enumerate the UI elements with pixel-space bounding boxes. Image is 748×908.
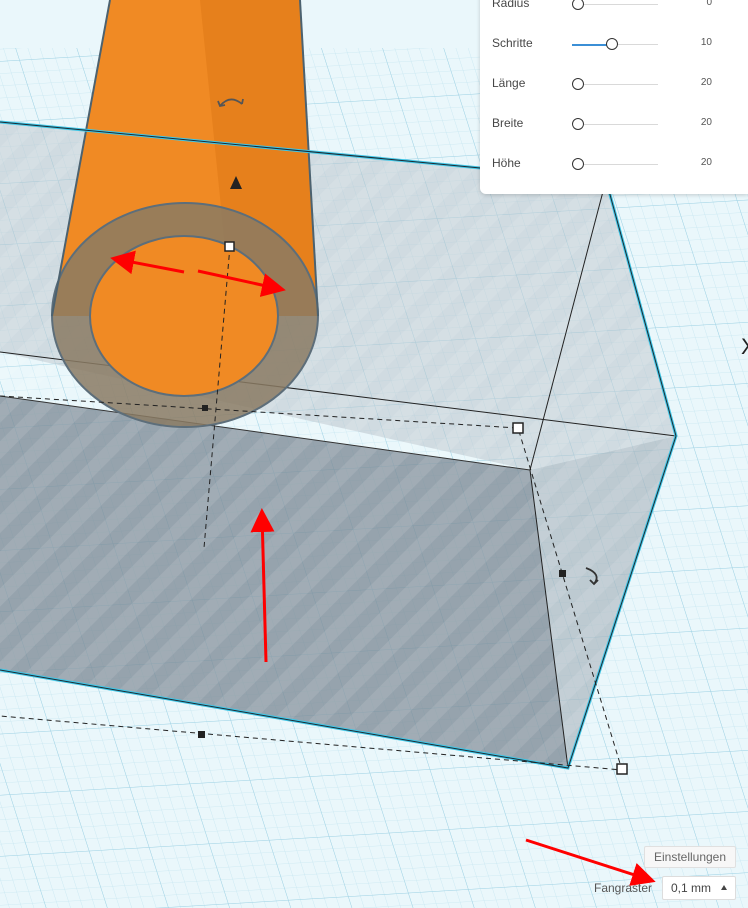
slider-thumb[interactable] <box>572 158 584 170</box>
resize-handle-icon[interactable] <box>559 570 566 577</box>
param-label: Breite <box>492 116 524 130</box>
snap-grid-label: Fangraster <box>594 881 653 895</box>
snap-grid-value: 0,1 mm <box>671 881 712 895</box>
resize-handle-icon[interactable] <box>202 405 208 411</box>
param-label: Radius <box>492 0 530 10</box>
param-row-height: Höhe 20 <box>480 154 748 174</box>
param-row-steps: Schritte 10 <box>480 34 748 54</box>
param-value[interactable]: 0 <box>706 0 712 8</box>
panel-edge-glyph[interactable]: X <box>741 334 748 360</box>
param-slider[interactable] <box>572 38 658 50</box>
shape-parameters-panel: Radius 0 Schritte 10 Länge 20 Breite 20 … <box>480 0 748 194</box>
param-slider[interactable] <box>572 78 658 90</box>
resize-handle-icon[interactable] <box>224 241 235 252</box>
settings-button[interactable]: Einstellungen <box>644 846 736 868</box>
slider-thumb[interactable] <box>572 78 584 90</box>
param-row-length: Länge 20 <box>480 74 748 94</box>
param-label: Höhe <box>492 156 521 170</box>
param-value[interactable]: 20 <box>701 157 712 168</box>
slider-thumb[interactable] <box>606 38 618 50</box>
resize-handle-icon[interactable] <box>198 731 205 738</box>
snap-grid-select[interactable]: 0,1 mm <box>662 876 736 900</box>
param-slider[interactable] <box>572 118 658 130</box>
resize-handle-icon[interactable] <box>616 763 628 775</box>
param-label: Schritte <box>492 36 533 50</box>
caret-up-icon <box>721 885 727 890</box>
param-value[interactable]: 10 <box>701 37 712 48</box>
param-slider[interactable] <box>572 0 658 10</box>
param-row-width: Breite 20 <box>480 114 748 134</box>
resize-handle-icon[interactable] <box>512 422 524 434</box>
slider-thumb[interactable] <box>572 118 584 130</box>
slider-thumb[interactable] <box>572 0 584 10</box>
param-label: Länge <box>492 76 526 90</box>
param-value[interactable]: 20 <box>701 77 712 88</box>
param-slider[interactable] <box>572 158 658 170</box>
param-row-radius: Radius 0 <box>480 0 748 14</box>
param-value[interactable]: 20 <box>701 117 712 128</box>
